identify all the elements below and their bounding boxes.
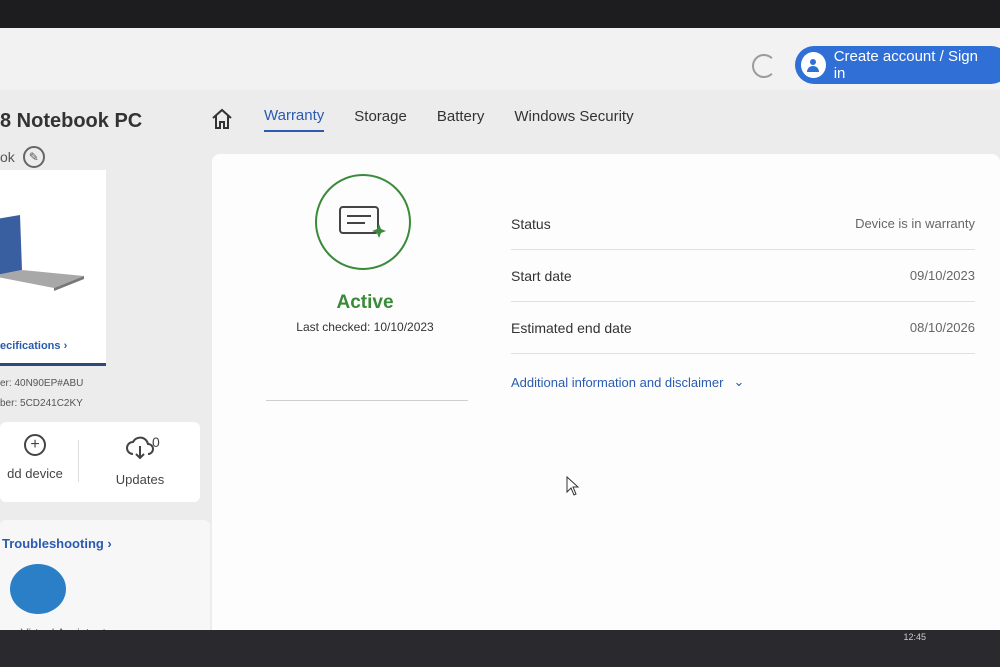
home-icon[interactable]: [210, 107, 234, 131]
main-tabs: Warranty Storage Battery Windows Securit…: [210, 104, 634, 134]
warranty-details: Status Device is in warranty Start date …: [511, 198, 975, 354]
updates-count: 0: [152, 434, 160, 450]
top-bar: Create account / Sign in ⌄: [0, 28, 1000, 90]
app-window: Create account / Sign in ⌄ 8 Notebook PC…: [0, 28, 1000, 658]
troubleshooting-link[interactable]: Troubleshooting ›: [2, 536, 112, 551]
divider: [266, 400, 468, 401]
specifications-link[interactable]: ecifications ›: [0, 340, 67, 352]
additional-info-label: Additional information and disclaimer: [511, 374, 724, 390]
tab-battery[interactable]: Battery: [437, 108, 485, 131]
add-device-button[interactable]: + dd device: [0, 434, 70, 481]
add-device-label: dd device: [7, 466, 63, 481]
chevron-down-icon: ⌄: [733, 374, 745, 389]
detail-label: Start date: [511, 267, 572, 284]
updates-button[interactable]: Updates: [100, 432, 180, 487]
detail-value: 08/10/2026: [909, 320, 975, 335]
tab-windows-security[interactable]: Windows Security: [514, 108, 633, 131]
detail-value: 09/10/2023: [909, 268, 975, 283]
plus-icon: +: [24, 434, 46, 456]
device-subtitle: ok ✎: [0, 146, 45, 168]
edit-icon[interactable]: ✎: [22, 146, 45, 168]
serial-number: ber: 5CD241C2KY: [0, 398, 83, 409]
updates-label: Updates: [115, 472, 165, 487]
product-number: er: 40N90EP#ABU: [0, 378, 84, 389]
detail-label: Estimated end date: [511, 319, 632, 336]
signin-label: Create account / Sign in: [833, 48, 978, 82]
detail-row-start-date: Start date 09/10/2023: [511, 250, 975, 302]
last-checked: Last checked: 10/10/2023: [296, 320, 434, 334]
warranty-panel: Active Last checked: 10/10/2023 Status D…: [212, 154, 1000, 648]
detail-row-status: Status Device is in warranty: [511, 198, 975, 250]
detail-row-end-date: Estimated end date 08/10/2026: [511, 302, 975, 354]
mouse-cursor-icon: [566, 476, 580, 496]
warranty-status: Active: [336, 292, 394, 313]
taskbar: 12:45: [0, 630, 1000, 667]
taskbar-clock: 12:45: [903, 632, 926, 642]
tab-warranty[interactable]: Warranty: [264, 107, 325, 132]
detail-label: Status: [511, 215, 551, 232]
device-title: 8 Notebook PC: [0, 110, 143, 132]
user-icon: [801, 52, 826, 78]
cloud-download-icon: [126, 436, 154, 460]
tab-storage[interactable]: Storage: [354, 108, 407, 131]
chat-bubble-icon[interactable]: [10, 564, 66, 614]
divider: [78, 440, 79, 482]
detail-value: Device is in warranty: [855, 216, 975, 231]
warranty-status-icon: [315, 174, 411, 270]
refresh-icon[interactable]: [752, 54, 776, 78]
additional-info-toggle[interactable]: Additional information and disclaimer ⌄: [511, 374, 744, 390]
device-card[interactable]: ecifications ›: [0, 170, 106, 366]
device-nickname: ok: [0, 149, 15, 165]
actions-card: + dd device Updates 0: [0, 422, 200, 502]
laptop-image: [0, 215, 84, 291]
signin-button[interactable]: Create account / Sign in ⌄: [795, 46, 1000, 84]
